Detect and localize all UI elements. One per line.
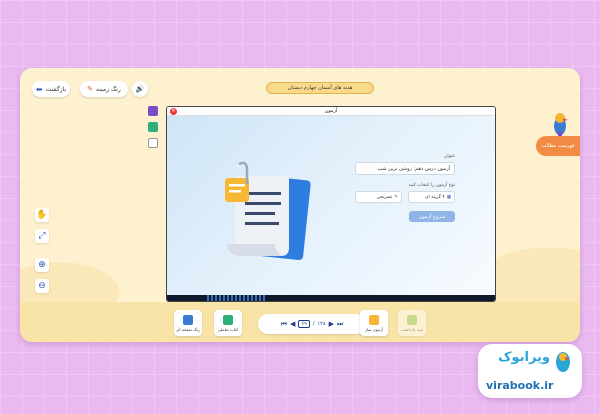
top-side-tools: [148, 106, 158, 148]
zoom-in-icon[interactable]: ⊕: [35, 258, 49, 272]
list-icon[interactable]: [148, 138, 158, 148]
brand-name-fa: ویرابوک: [498, 350, 550, 365]
dialog-header: ✕ آزمون: [167, 107, 495, 116]
start-quiz-button[interactable]: شروع آزمون: [409, 211, 455, 222]
option-multiple-choice[interactable]: ▦ ۴ گزینه ای: [408, 191, 455, 203]
folder-icon[interactable]: [148, 106, 158, 116]
option-descriptive[interactable]: ✎ تشریحی: [355, 191, 402, 203]
bottom-toolbar: رنگ صفحه ای کتاب تعاملی ⏮ ◀ ۶۹ / ۱۲۸ ▶ ⏭…: [20, 302, 580, 342]
note-button[interactable]: ثبت یادداشت: [398, 310, 426, 336]
page-preview-strip: [167, 295, 495, 301]
dialog-body: عنوان آزمون درس دهم: روشن ترین شب نوع آز…: [167, 116, 495, 295]
back-arrow-icon: ⬅: [35, 84, 43, 94]
total-pages: ۱۲۸: [317, 321, 326, 327]
back-button[interactable]: ⬅ بازگشت: [32, 81, 70, 97]
quiz-dialog: ✕ آزمون عنوان آزمون درس دهم: روشن ترین ش…: [166, 106, 496, 302]
background-color-button[interactable]: ✎ رنگ زمینه: [80, 81, 128, 97]
next-page-icon[interactable]: ▶: [329, 320, 334, 328]
grid-icon: ▦: [446, 194, 451, 200]
hand-icon[interactable]: ✋: [35, 208, 49, 222]
last-page-icon[interactable]: ⏭: [337, 320, 343, 329]
dialog-title: آزمون: [324, 108, 338, 114]
parrot-logo-icon: [556, 352, 570, 372]
app-window: ⬅ بازگشت ✎ رنگ زمینه 🔊 هدیه های آسمان چه…: [20, 68, 580, 342]
page-navigator: ⏮ ◀ ۶۹ / ۱۲۸ ▶ ⏭: [258, 314, 366, 334]
interactive-book-button[interactable]: کتاب تعاملی: [214, 310, 242, 336]
quiz-maker-button[interactable]: آزمون ساز: [360, 310, 388, 336]
quiz-form: عنوان آزمون درس دهم: روشن ترین شب نوع آز…: [355, 154, 455, 222]
title-field-label: عنوان: [444, 154, 455, 159]
book-title: هدیه های آسمان چهارم دبستان: [266, 82, 374, 94]
zoom-out-icon[interactable]: ⊖: [35, 279, 49, 293]
close-icon[interactable]: ✕: [170, 108, 177, 115]
sound-button[interactable]: 🔊: [132, 81, 148, 97]
current-page-input[interactable]: ۶۹: [298, 320, 310, 328]
monitor-icon: [223, 314, 233, 325]
first-page-icon[interactable]: ⏮: [281, 320, 287, 329]
prev-page-icon[interactable]: ◀: [290, 320, 295, 328]
parrot-icon: [554, 113, 568, 138]
book-icon[interactable]: [148, 122, 158, 132]
page-icon: [183, 314, 193, 325]
brand-url[interactable]: virabook.ir: [486, 379, 553, 392]
quiz-icon: [369, 314, 379, 325]
brand-badge: ویرابوک virabook.ir: [478, 344, 582, 398]
note-icon: [407, 314, 417, 325]
paint-icon: ✎: [87, 85, 94, 93]
expand-icon[interactable]: ⤢: [35, 229, 49, 243]
speaker-icon: 🔊: [135, 85, 145, 93]
type-field-label: نوع آزمون را انتخاب کنید: [408, 183, 455, 188]
table-of-contents-tab[interactable]: فهرست مطالب: [536, 136, 580, 156]
quiz-type-options: ▦ ۴ گزینه ای ✎ تشریحی: [355, 191, 455, 203]
quiz-title-input[interactable]: آزمون درس دهم: روشن ترین شب: [355, 162, 455, 175]
document-icon: [225, 161, 311, 260]
page-color-button[interactable]: رنگ صفحه ای: [174, 310, 202, 336]
pencil-icon: ✎: [394, 194, 398, 200]
